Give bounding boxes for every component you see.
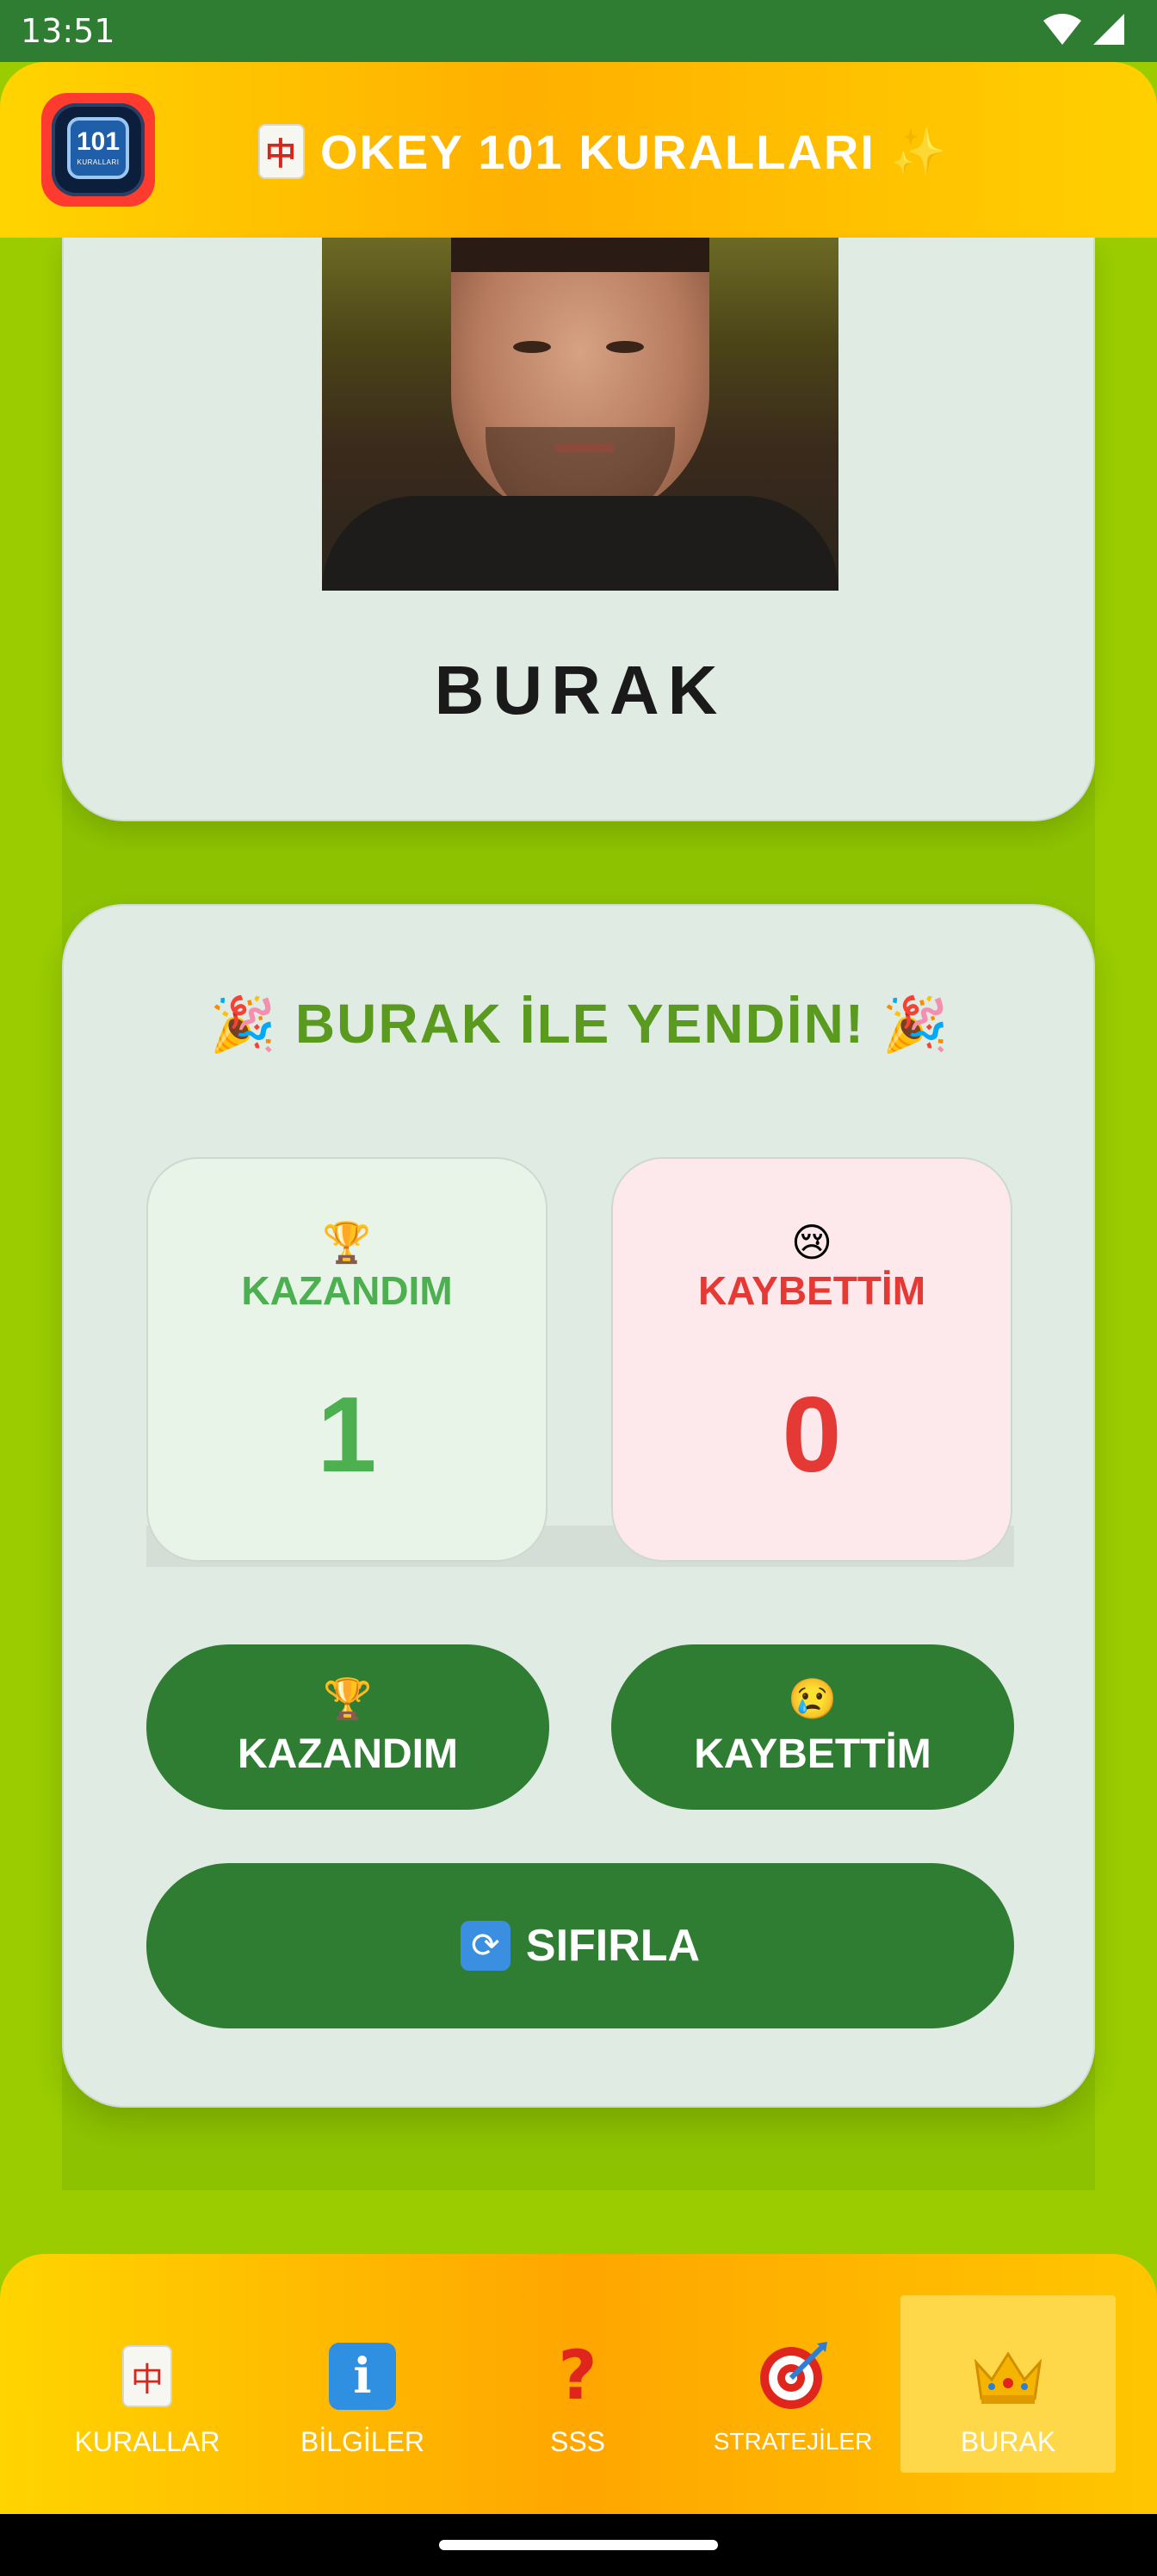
- lost-button[interactable]: 😢 KAYBETTİM: [611, 1644, 1014, 1810]
- nav-label: KURALLAR: [74, 2426, 220, 2457]
- gesture-bar: [0, 2514, 1157, 2576]
- won-button[interactable]: 🏆 KAZANDIM: [146, 1644, 549, 1810]
- app-logo-number: 101: [76, 127, 121, 156]
- refresh-icon: ⟳: [460, 1921, 510, 1971]
- status-bar: 13:51: [0, 0, 1157, 62]
- trophy-icon: 🏆: [322, 1219, 372, 1266]
- app-bar: 101 KURALLARI 中 OKEY 101 KURALLARI ✨: [0, 62, 1157, 238]
- photo-mouth: [554, 444, 615, 453]
- nav-item-burak[interactable]: BURAK: [900, 2295, 1116, 2473]
- nav-label: SSS: [549, 2426, 606, 2457]
- crying-face-icon: 😢: [788, 1676, 838, 1721]
- nav-icon-wrap: ?: [470, 2342, 685, 2411]
- win-count: 1: [317, 1376, 377, 1495]
- party-popper-icon: 🎉: [209, 995, 279, 1055]
- crying-face-icon: 😢: [791, 1219, 832, 1266]
- target-icon: [760, 2342, 827, 2409]
- nav-icon-wrap: i: [255, 2342, 470, 2411]
- app-logo-caption: KURALLARI: [77, 158, 120, 166]
- lose-stat-label: KAYBETTİM: [697, 1268, 926, 1313]
- nav-icon-wrap: 中: [40, 2342, 255, 2411]
- photo-eye-left: [513, 341, 551, 353]
- nav-item-stratejiler[interactable]: STRATEJİLER: [685, 2295, 900, 2473]
- wifi-icon: [1043, 14, 1081, 45]
- profile-name: BURAK: [434, 652, 727, 728]
- photo-hair: [451, 238, 709, 272]
- win-stat-label: KAZANDIM: [241, 1268, 453, 1313]
- reset-button[interactable]: ⟳ SIFIRLA: [146, 1863, 1014, 2028]
- nav-icon-wrap: [900, 2342, 1116, 2411]
- photo-eye-right: [606, 341, 644, 353]
- bottom-nav: 中 KURALLAR i BİLGİLER ? SSS STRATEJİLER: [0, 2254, 1157, 2514]
- trophy-icon: 🏆: [323, 1676, 373, 1721]
- reset-button-label: SIFIRLA: [525, 1921, 701, 1971]
- mahjong-tile-icon: 中: [258, 124, 305, 179]
- nav-item-bilgiler[interactable]: i BİLGİLER: [255, 2295, 470, 2473]
- profile-photo: [322, 238, 838, 591]
- app-logo[interactable]: 101 KURALLARI: [41, 93, 155, 207]
- status-time: 13:51: [21, 12, 115, 50]
- status-icons: [1042, 12, 1126, 46]
- win-stat-box: 🏆 KAZANDIM 1: [146, 1157, 548, 1562]
- sparkles-icon: ✨: [890, 127, 949, 177]
- nav-label: STRATEJİLER: [713, 2428, 873, 2455]
- signal-icon: [1093, 14, 1124, 45]
- profile-card: BURAK: [62, 238, 1095, 821]
- question-icon: ?: [558, 2338, 597, 2415]
- score-card: 🎉 BURAK İLE YENDİN! 🎉 🏆 KAZANDIM 1 😢 KAY…: [62, 904, 1095, 2108]
- app-logo-badge: 101 KURALLARI: [67, 117, 129, 179]
- crown-icon: [974, 2351, 1043, 2404]
- mahjong-tile-icon: 中: [122, 2345, 172, 2407]
- nav-label: BİLGİLER: [300, 2426, 425, 2457]
- won-button-label: KAZANDIM: [238, 1731, 458, 1777]
- nav-icon-wrap: [685, 2342, 900, 2411]
- lose-count: 0: [782, 1376, 842, 1495]
- nav-label: BURAK: [960, 2426, 1056, 2457]
- lose-stat-box: 😢 KAYBETTİM 0: [611, 1157, 1012, 1562]
- nav-item-sss[interactable]: ? SSS: [470, 2295, 685, 2473]
- info-icon: i: [329, 2343, 396, 2410]
- score-headline: 🎉 BURAK İLE YENDİN! 🎉: [64, 992, 1097, 1056]
- app-logo-inner: 101 KURALLARI: [52, 103, 145, 196]
- lost-button-label: KAYBETTİM: [694, 1731, 931, 1777]
- party-popper-icon: 🎉: [882, 995, 951, 1055]
- photo-jacket: [322, 496, 838, 591]
- nav-item-kurallar[interactable]: 中 KURALLAR: [40, 2295, 255, 2473]
- home-gesture-handle[interactable]: [439, 2540, 718, 2550]
- page-title: 中 OKEY 101 KURALLARI ✨: [258, 121, 1033, 183]
- score-headline-text: BURAK İLE YENDİN!: [294, 993, 866, 1055]
- page-title-text: OKEY 101 KURALLARI: [320, 124, 875, 179]
